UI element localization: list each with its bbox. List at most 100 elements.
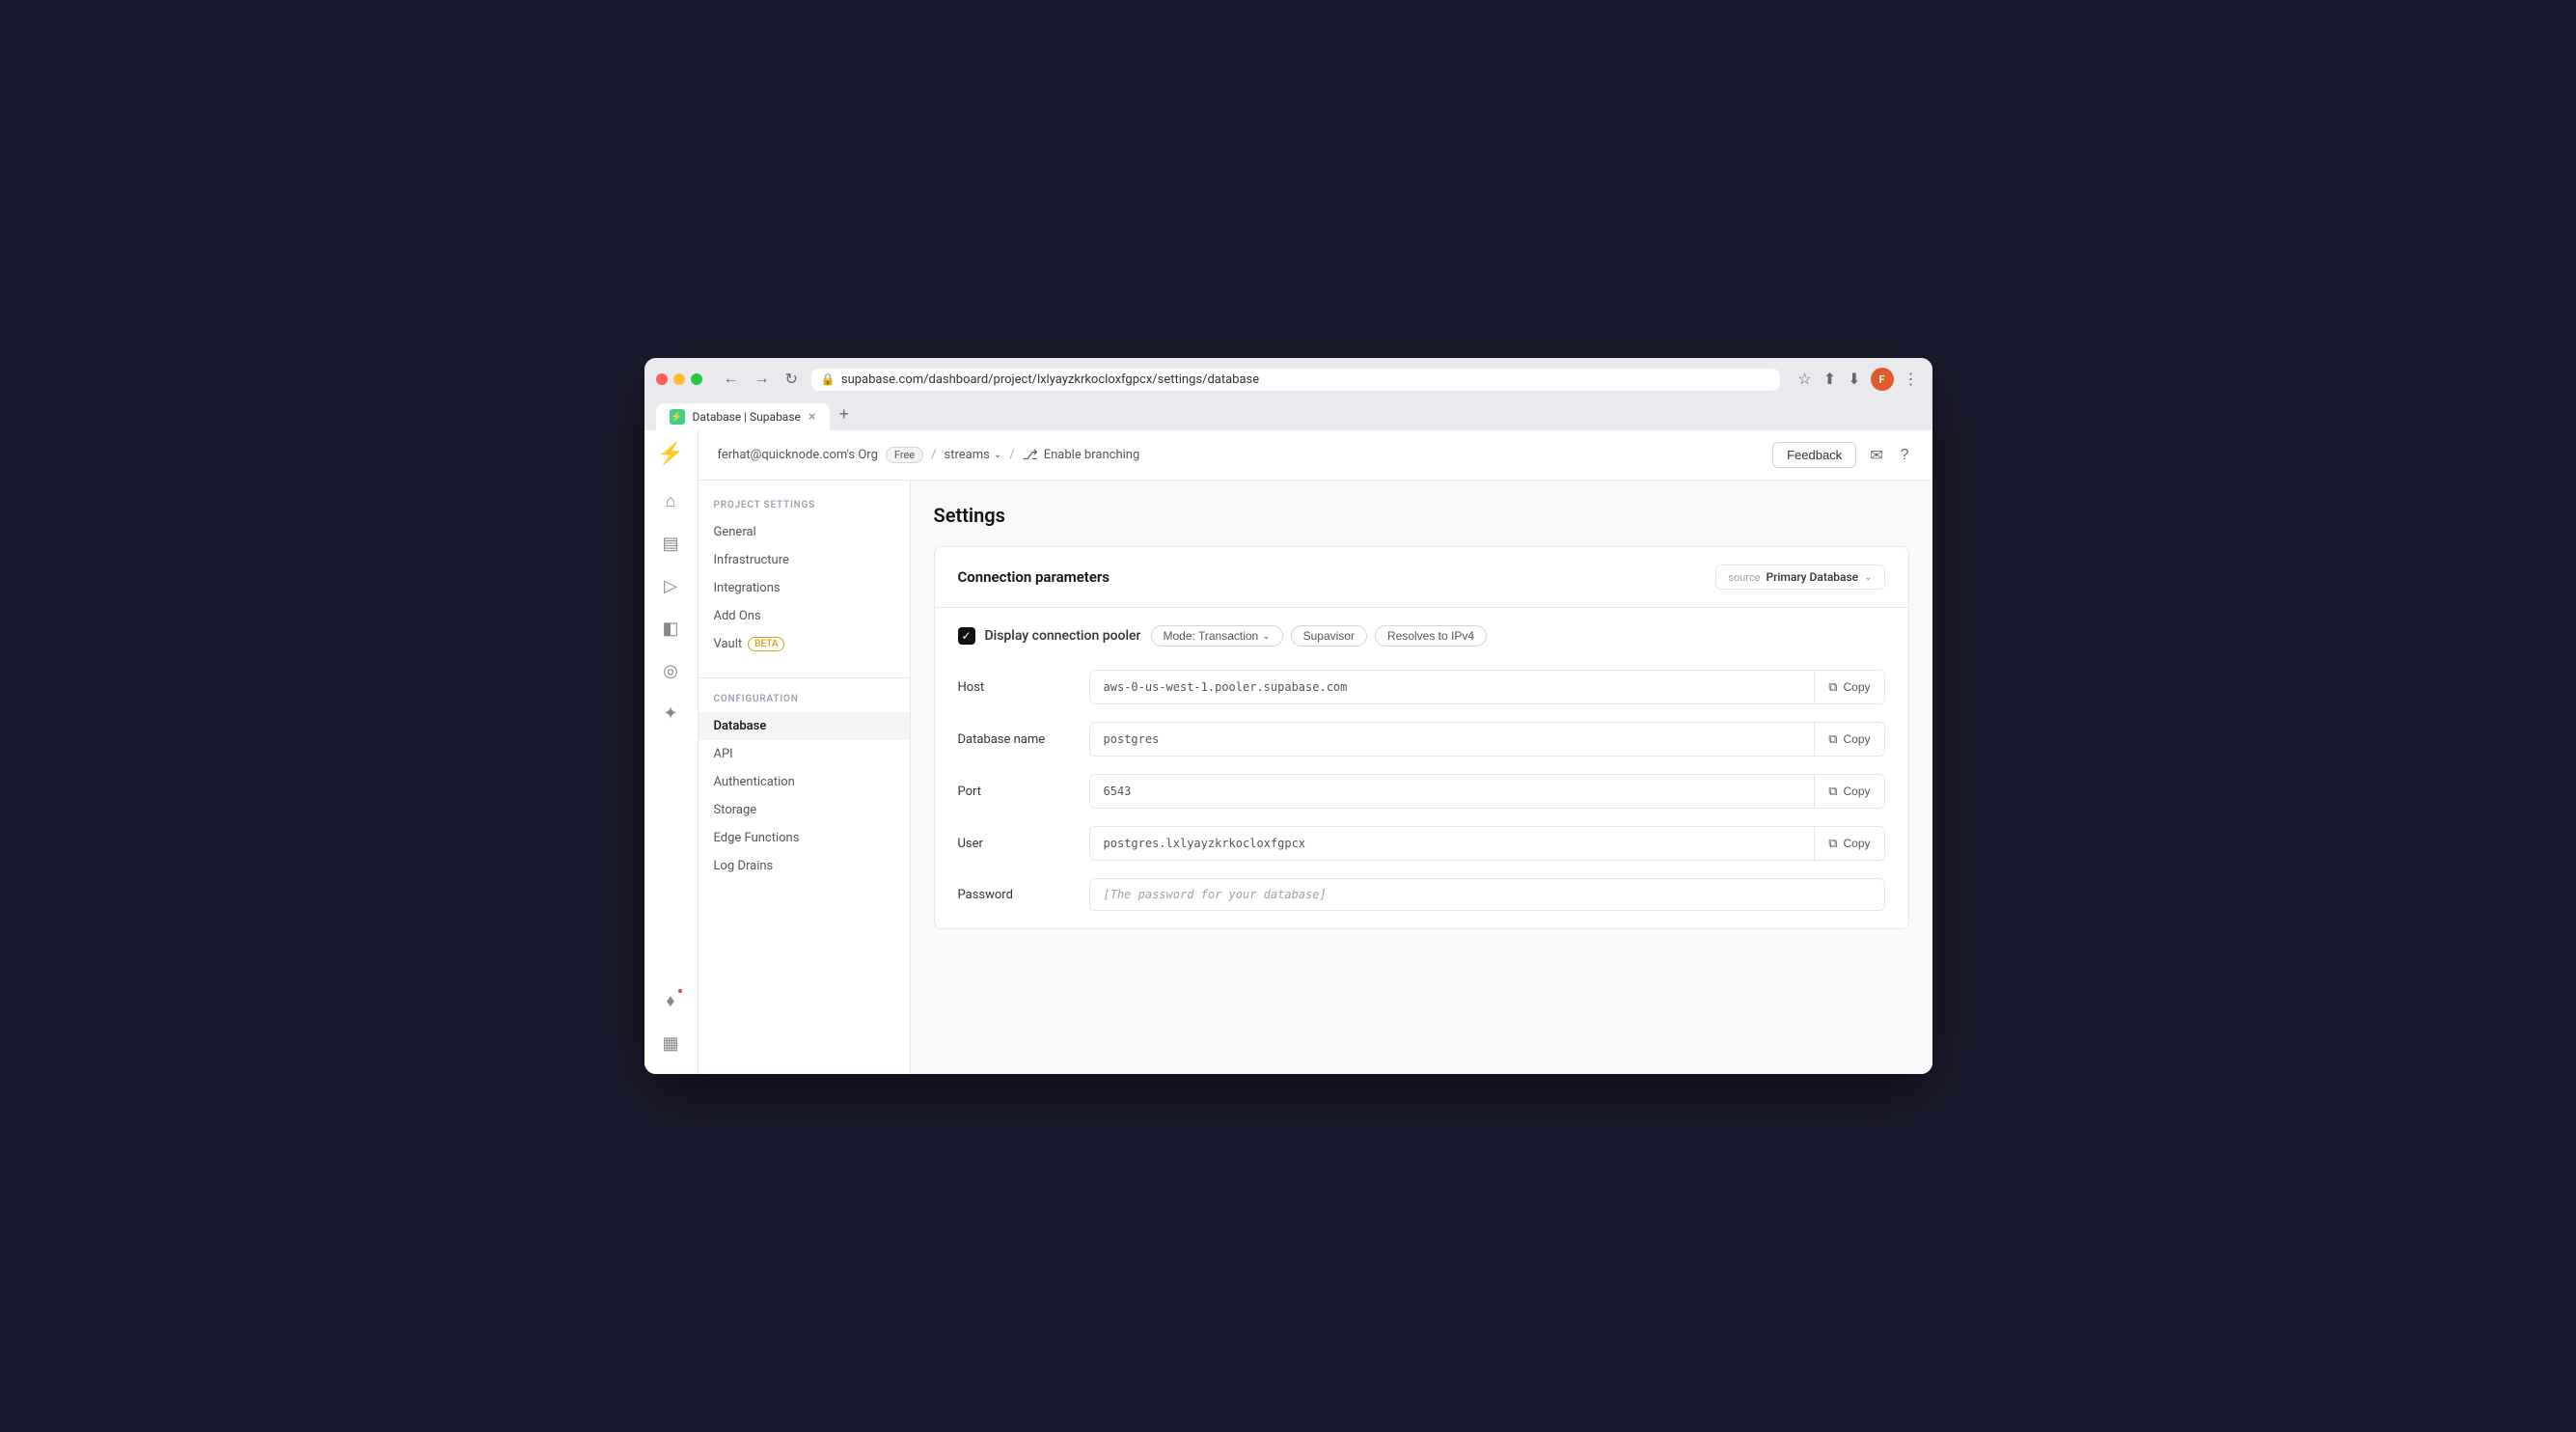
back-button[interactable]: ← xyxy=(718,368,745,391)
user-form-field: User ⧉ Copy xyxy=(958,826,1885,861)
user-copy-button[interactable]: ⧉ Copy xyxy=(1814,827,1883,860)
nav-item-database[interactable]: Database xyxy=(699,712,910,740)
password-label: Password xyxy=(958,888,1074,902)
mode-transaction-button[interactable]: Mode: Transaction ⌄ xyxy=(1151,625,1283,647)
branch-icon: ⎇ xyxy=(1023,448,1038,463)
tab-bar: ⚡ Database | Supabase × + xyxy=(656,399,1921,430)
project-settings-section: PROJECT SETTINGS General Infrastructure … xyxy=(699,500,910,658)
active-tab[interactable]: ⚡ Database | Supabase × xyxy=(656,403,830,430)
refresh-button[interactable]: ↻ xyxy=(780,368,804,391)
sidebar-item-terminal[interactable]: ▷ xyxy=(651,566,690,605)
user-input-wrapper: ⧉ Copy xyxy=(1089,826,1885,861)
supavisor-badge[interactable]: Supavisor xyxy=(1291,625,1367,647)
project-settings-title: PROJECT SETTINGS xyxy=(699,500,910,510)
sidebar-item-storage2[interactable]: ◧ xyxy=(651,609,690,647)
bookmark-button[interactable]: ☆ xyxy=(1795,368,1813,391)
host-input-wrapper: ⧉ Copy xyxy=(1089,670,1885,704)
port-form-field: Port ⧉ Copy xyxy=(958,774,1885,809)
mail-button[interactable]: ✉ xyxy=(1866,442,1886,469)
share-button[interactable]: ⬆ xyxy=(1822,368,1838,391)
dbname-input[interactable] xyxy=(1090,724,1815,755)
new-tab-button[interactable]: + xyxy=(830,399,860,430)
minimize-window-button[interactable] xyxy=(673,373,685,385)
traffic-lights xyxy=(656,373,702,385)
pooler-checkbox[interactable]: ✓ xyxy=(958,627,975,645)
tab-close-button[interactable]: × xyxy=(808,409,815,425)
nav-item-storage[interactable]: Storage xyxy=(699,796,910,824)
streams-chevron-icon: ⌄ xyxy=(994,450,1001,460)
download-button[interactable]: ⬇ xyxy=(1846,368,1862,391)
user-avatar[interactable]: F xyxy=(1871,368,1894,391)
user-input[interactable] xyxy=(1090,828,1815,859)
enable-branching-button[interactable]: ⎇ Enable branching xyxy=(1023,448,1140,463)
icon-sidebar: ⚡ ⌂ ▤ ▷ ◧ ◎ ✦ ♦ ▦ xyxy=(644,430,699,1074)
sidebar-item-analytics[interactable]: ▦ xyxy=(651,1024,690,1062)
port-label: Port xyxy=(958,785,1074,799)
nav-item-infrastructure[interactable]: Infrastructure xyxy=(699,546,910,574)
tab-favicon: ⚡ xyxy=(670,409,685,425)
source-selector[interactable]: source Primary Database ⌄ xyxy=(1715,565,1884,590)
browser-actions: ☆ ⬆ ⬇ F ⋮ xyxy=(1795,368,1920,391)
address-bar[interactable]: 🔒 supabase.com/dashboard/project/lxlyayz… xyxy=(811,369,1780,391)
host-copy-button[interactable]: ⧉ Copy xyxy=(1814,671,1883,703)
lock-icon: 🔒 xyxy=(821,372,836,386)
page-title: Settings xyxy=(934,504,1909,527)
dbname-label: Database name xyxy=(958,732,1074,747)
copy-icon: ⧉ xyxy=(1828,679,1837,695)
nav-item-authentication[interactable]: Authentication xyxy=(699,768,910,796)
connection-parameters-card: Connection parameters source Primary Dat… xyxy=(934,546,1909,929)
nav-item-vault[interactable]: Vault BETA xyxy=(699,630,910,658)
sidebar-item-table[interactable]: ▤ xyxy=(651,524,690,563)
streams-label: streams xyxy=(944,448,989,462)
host-form-field: Host ⧉ Copy xyxy=(958,670,1885,704)
feedback-button[interactable]: Feedback xyxy=(1772,442,1856,468)
password-input[interactable] xyxy=(1090,879,1884,910)
copy-icon-4: ⧉ xyxy=(1828,836,1837,851)
card-body: ✓ Display connection pooler Mode: Transa… xyxy=(935,608,1908,928)
nav-item-api[interactable]: API xyxy=(699,740,910,768)
supabase-logo[interactable]: ⚡ xyxy=(657,442,683,466)
vault-beta-badge: BETA xyxy=(748,637,784,651)
configuration-title: CONFIGURATION xyxy=(699,694,910,704)
nav-item-addons[interactable]: Add Ons xyxy=(699,602,910,630)
org-info: ferhat@quicknode.com's Org Free / stream… xyxy=(718,447,1140,463)
close-window-button[interactable] xyxy=(656,373,668,385)
port-input[interactable] xyxy=(1090,776,1815,807)
forward-button[interactable]: → xyxy=(749,368,776,391)
page-content: Settings Connection parameters source Pr… xyxy=(911,481,1932,1074)
sidebar-item-auth2[interactable]: ◎ xyxy=(651,651,690,690)
notification-badge xyxy=(676,987,684,995)
plan-badge[interactable]: Free xyxy=(886,447,923,463)
pooler-badges: Mode: Transaction ⌄ Supavisor Resolves t… xyxy=(1151,625,1488,647)
host-input[interactable] xyxy=(1090,672,1815,702)
port-copy-button[interactable]: ⧉ Copy xyxy=(1814,775,1883,808)
org-name: ferhat@quicknode.com's Org xyxy=(718,448,878,462)
settings-nav: PROJECT SETTINGS General Infrastructure … xyxy=(699,481,911,1074)
configuration-section: CONFIGURATION Database API Authenticatio… xyxy=(699,694,910,880)
nav-item-general[interactable]: General xyxy=(699,518,910,546)
nav-item-integrations[interactable]: Integrations xyxy=(699,574,910,602)
sidebar-item-realtime[interactable]: ✦ xyxy=(651,694,690,732)
nav-buttons: ← → ↻ xyxy=(718,368,804,391)
pooler-row: ✓ Display connection pooler Mode: Transa… xyxy=(958,625,1885,647)
ipv4-badge[interactable]: Resolves to IPv4 xyxy=(1375,625,1487,647)
sidebar-item-notifications[interactable]: ♦ xyxy=(651,981,690,1020)
dbname-copy-button[interactable]: ⧉ Copy xyxy=(1814,723,1883,756)
maximize-window-button[interactable] xyxy=(691,373,702,385)
help-button[interactable]: ? xyxy=(1897,443,1913,468)
app-header: ferhat@quicknode.com's Org Free / stream… xyxy=(699,430,1932,481)
address-bar-text: supabase.com/dashboard/project/lxlyayzkr… xyxy=(841,372,1770,387)
nav-item-edge-functions[interactable]: Edge Functions xyxy=(699,824,910,852)
branch-label: Enable branching xyxy=(1044,448,1140,462)
sidebar-item-home[interactable]: ⌂ xyxy=(651,482,690,520)
password-form-field: Password xyxy=(958,878,1885,911)
streams-link[interactable]: streams ⌄ xyxy=(944,448,1001,462)
nav-item-log-drains[interactable]: Log Drains xyxy=(699,852,910,880)
copy-icon-3: ⧉ xyxy=(1828,784,1837,799)
port-input-wrapper: ⧉ Copy xyxy=(1089,774,1885,809)
dbname-input-wrapper: ⧉ Copy xyxy=(1089,722,1885,757)
menu-button[interactable]: ⋮ xyxy=(1902,368,1921,391)
source-value-text: Primary Database xyxy=(1766,570,1858,584)
dbname-form-field: Database name ⧉ Copy xyxy=(958,722,1885,757)
breadcrumb-sep-2: / xyxy=(1009,448,1014,462)
